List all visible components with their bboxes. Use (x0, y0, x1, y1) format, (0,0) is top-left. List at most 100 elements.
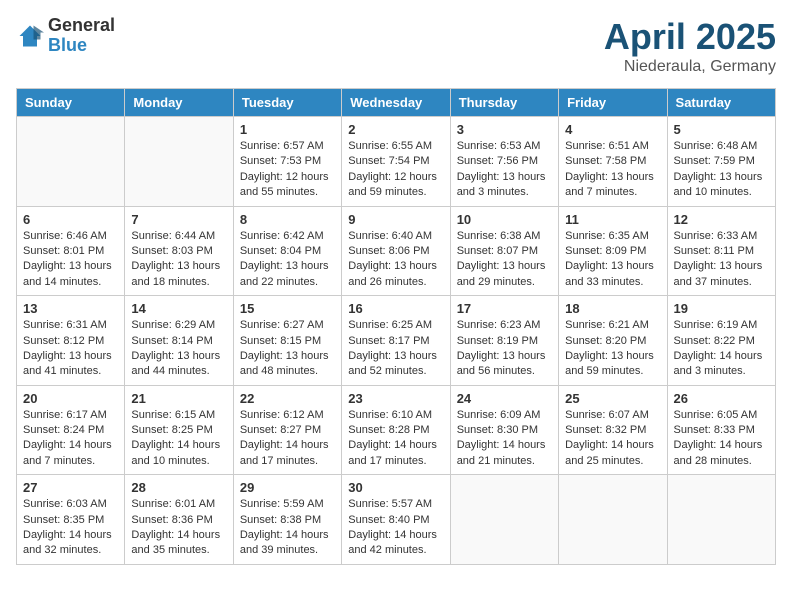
calendar-cell-week2-day7: 12Sunrise: 6:33 AM Sunset: 8:11 PM Dayli… (667, 206, 775, 296)
day-number: 2 (348, 122, 443, 137)
day-info: Sunrise: 6:23 AM Sunset: 8:19 PM Dayligh… (457, 318, 552, 380)
day-number: 9 (348, 212, 443, 227)
day-info: Sunrise: 6:05 AM Sunset: 8:33 PM Dayligh… (674, 408, 769, 470)
calendar-cell-week4-day6: 25 Sunrise: 6:07 AM Sunset: 8:32 PM Dayli… (559, 385, 667, 475)
day-info: Sunrise: 6:31 AM Sunset: 8:12 PM Dayligh… (23, 318, 118, 380)
day-info: Sunrise: 6:09 AM Sunset: 8:30 PM Dayligh… (457, 408, 552, 470)
calendar-cell-week3-day3: 15 Sunrise: 6:27 AM Sunset: 8:15 PM Dayli… (233, 296, 341, 386)
logo-blue: Blue (48, 36, 115, 56)
calendar-week-3: 13 Sunrise: 6:31 AM Sunset: 8:12 PM Dayli… (17, 296, 776, 386)
calendar-cell-week3-day5: 17 Sunrise: 6:23 AM Sunset: 8:19 PM Dayli… (450, 296, 558, 386)
day-number: 26 (674, 391, 769, 406)
location-title: Niederaula, Germany (604, 58, 776, 76)
logo-icon (16, 22, 44, 50)
calendar-week-2: 6Sunrise: 6:46 AM Sunset: 8:01 PM Daylig… (17, 206, 776, 296)
calendar: SundayMondayTuesdayWednesdayThursdayFrid… (16, 88, 776, 565)
day-number: 8 (240, 212, 335, 227)
day-number: 17 (457, 301, 552, 316)
day-info: Sunrise: 6:01 AM Sunset: 8:36 PM Dayligh… (131, 497, 226, 559)
day-info: Sunrise: 6:27 AM Sunset: 8:15 PM Dayligh… (240, 318, 335, 380)
calendar-week-4: 20Sunrise: 6:17 AM Sunset: 8:24 PM Dayli… (17, 385, 776, 475)
day-info: Sunrise: 6:29 AM Sunset: 8:14 PM Dayligh… (131, 318, 226, 380)
calendar-cell-week2-day1: 6Sunrise: 6:46 AM Sunset: 8:01 PM Daylig… (17, 206, 125, 296)
header-sunday: Sunday (17, 89, 125, 117)
calendar-cell-week1-day5: 3 Sunrise: 6:53 AM Sunset: 7:56 PM Daylig… (450, 117, 558, 207)
day-number: 10 (457, 212, 552, 227)
day-number: 15 (240, 301, 335, 316)
calendar-cell-week3-day4: 16 Sunrise: 6:25 AM Sunset: 8:17 PM Dayli… (342, 296, 450, 386)
day-number: 4 (565, 122, 660, 137)
day-number: 24 (457, 391, 552, 406)
day-info: Sunrise: 6:48 AM Sunset: 7:59 PM Dayligh… (674, 139, 769, 201)
calendar-cell-week4-day1: 20Sunrise: 6:17 AM Sunset: 8:24 PM Dayli… (17, 385, 125, 475)
day-info: Sunrise: 6:46 AM Sunset: 8:01 PM Dayligh… (23, 229, 118, 291)
day-number: 30 (348, 480, 443, 495)
header-friday: Friday (559, 89, 667, 117)
calendar-cell-week1-day1 (17, 117, 125, 207)
day-number: 14 (131, 301, 226, 316)
calendar-cell-week1-day3: 1 Sunrise: 6:57 AM Sunset: 7:53 PM Daylig… (233, 117, 341, 207)
day-info: Sunrise: 6:57 AM Sunset: 7:53 PM Dayligh… (240, 139, 335, 201)
calendar-week-5: 27Sunrise: 6:03 AM Sunset: 8:35 PM Dayli… (17, 475, 776, 565)
logo-text: General Blue (48, 16, 115, 56)
day-number: 23 (348, 391, 443, 406)
day-number: 7 (131, 212, 226, 227)
calendar-cell-week1-day4: 2 Sunrise: 6:55 AM Sunset: 7:54 PM Daylig… (342, 117, 450, 207)
calendar-cell-week5-day5 (450, 475, 558, 565)
calendar-cell-week5-day7 (667, 475, 775, 565)
day-info: Sunrise: 6:19 AM Sunset: 8:22 PM Dayligh… (674, 318, 769, 380)
calendar-cell-week2-day2: 7 Sunrise: 6:44 AM Sunset: 8:03 PM Daylig… (125, 206, 233, 296)
calendar-cell-week5-day2: 28 Sunrise: 6:01 AM Sunset: 8:36 PM Dayli… (125, 475, 233, 565)
day-info: Sunrise: 6:42 AM Sunset: 8:04 PM Dayligh… (240, 229, 335, 291)
calendar-cell-week5-day4: 30 Sunrise: 5:57 AM Sunset: 8:40 PM Dayli… (342, 475, 450, 565)
calendar-cell-week4-day3: 22 Sunrise: 6:12 AM Sunset: 8:27 PM Dayli… (233, 385, 341, 475)
calendar-cell-week1-day7: 5 Sunrise: 6:48 AM Sunset: 7:59 PM Daylig… (667, 117, 775, 207)
day-number: 25 (565, 391, 660, 406)
day-number: 11 (565, 212, 660, 227)
day-number: 13 (23, 301, 118, 316)
calendar-cell-week1-day2 (125, 117, 233, 207)
calendar-cell-week3-day1: 13 Sunrise: 6:31 AM Sunset: 8:12 PM Dayli… (17, 296, 125, 386)
day-info: Sunrise: 6:53 AM Sunset: 7:56 PM Dayligh… (457, 139, 552, 201)
logo-general: General (48, 16, 115, 36)
day-info: Sunrise: 6:15 AM Sunset: 8:25 PM Dayligh… (131, 408, 226, 470)
calendar-cell-week1-day6: 4Sunrise: 6:51 AM Sunset: 7:58 PM Daylig… (559, 117, 667, 207)
calendar-cell-week2-day5: 10 Sunrise: 6:38 AM Sunset: 8:07 PM Dayli… (450, 206, 558, 296)
calendar-cell-week4-day2: 21 Sunrise: 6:15 AM Sunset: 8:25 PM Dayli… (125, 385, 233, 475)
day-number: 3 (457, 122, 552, 137)
day-info: Sunrise: 6:38 AM Sunset: 8:07 PM Dayligh… (457, 229, 552, 291)
calendar-cell-week2-day6: 11 Sunrise: 6:35 AM Sunset: 8:09 PM Dayli… (559, 206, 667, 296)
day-number: 5 (674, 122, 769, 137)
day-info: Sunrise: 6:44 AM Sunset: 8:03 PM Dayligh… (131, 229, 226, 291)
calendar-cell-week5-day3: 29Sunrise: 5:59 AM Sunset: 8:38 PM Dayli… (233, 475, 341, 565)
calendar-cell-week2-day3: 8 Sunrise: 6:42 AM Sunset: 8:04 PM Daylig… (233, 206, 341, 296)
calendar-cell-week3-day6: 18Sunrise: 6:21 AM Sunset: 8:20 PM Dayli… (559, 296, 667, 386)
day-number: 16 (348, 301, 443, 316)
day-info: Sunrise: 6:03 AM Sunset: 8:35 PM Dayligh… (23, 497, 118, 559)
calendar-cell-week3-day7: 19Sunrise: 6:19 AM Sunset: 8:22 PM Dayli… (667, 296, 775, 386)
logo: General Blue (16, 16, 115, 56)
day-info: Sunrise: 6:35 AM Sunset: 8:09 PM Dayligh… (565, 229, 660, 291)
calendar-header-row: SundayMondayTuesdayWednesdayThursdayFrid… (17, 89, 776, 117)
day-info: Sunrise: 6:07 AM Sunset: 8:32 PM Dayligh… (565, 408, 660, 470)
day-number: 1 (240, 122, 335, 137)
header-wednesday: Wednesday (342, 89, 450, 117)
calendar-cell-week5-day1: 27Sunrise: 6:03 AM Sunset: 8:35 PM Dayli… (17, 475, 125, 565)
day-info: Sunrise: 5:57 AM Sunset: 8:40 PM Dayligh… (348, 497, 443, 559)
day-info: Sunrise: 6:33 AM Sunset: 8:11 PM Dayligh… (674, 229, 769, 291)
day-number: 22 (240, 391, 335, 406)
header: General Blue April 2025 Niederaula, Germ… (16, 16, 776, 76)
day-info: Sunrise: 6:55 AM Sunset: 7:54 PM Dayligh… (348, 139, 443, 201)
day-info: Sunrise: 6:12 AM Sunset: 8:27 PM Dayligh… (240, 408, 335, 470)
calendar-cell-week3-day2: 14 Sunrise: 6:29 AM Sunset: 8:14 PM Dayli… (125, 296, 233, 386)
day-info: Sunrise: 6:25 AM Sunset: 8:17 PM Dayligh… (348, 318, 443, 380)
header-tuesday: Tuesday (233, 89, 341, 117)
header-thursday: Thursday (450, 89, 558, 117)
calendar-cell-week2-day4: 9 Sunrise: 6:40 AM Sunset: 8:06 PM Daylig… (342, 206, 450, 296)
calendar-cell-week4-day7: 26 Sunrise: 6:05 AM Sunset: 8:33 PM Dayli… (667, 385, 775, 475)
day-info: Sunrise: 6:40 AM Sunset: 8:06 PM Dayligh… (348, 229, 443, 291)
day-info: Sunrise: 6:17 AM Sunset: 8:24 PM Dayligh… (23, 408, 118, 470)
day-number: 21 (131, 391, 226, 406)
day-info: Sunrise: 5:59 AM Sunset: 8:38 PM Dayligh… (240, 497, 335, 559)
day-number: 28 (131, 480, 226, 495)
